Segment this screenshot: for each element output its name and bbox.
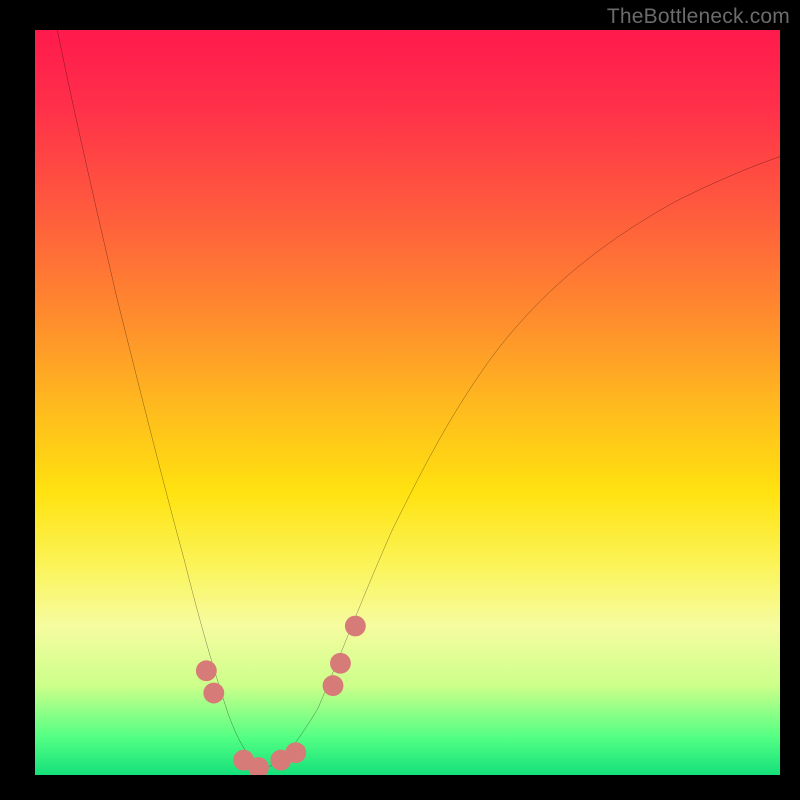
marker-right-lower xyxy=(323,675,344,696)
bottleneck-curve xyxy=(57,30,780,768)
chart-frame: TheBottleneck.com xyxy=(0,0,800,800)
curve-layer xyxy=(35,30,780,775)
marker-left-lower xyxy=(203,683,224,704)
marker-right-mid xyxy=(330,653,351,674)
watermark-text: TheBottleneck.com xyxy=(607,5,790,29)
marker-left-upper xyxy=(196,660,217,681)
marker-bottom-4 xyxy=(285,742,306,763)
plot-area xyxy=(35,30,780,775)
marker-right-upper xyxy=(345,616,366,637)
